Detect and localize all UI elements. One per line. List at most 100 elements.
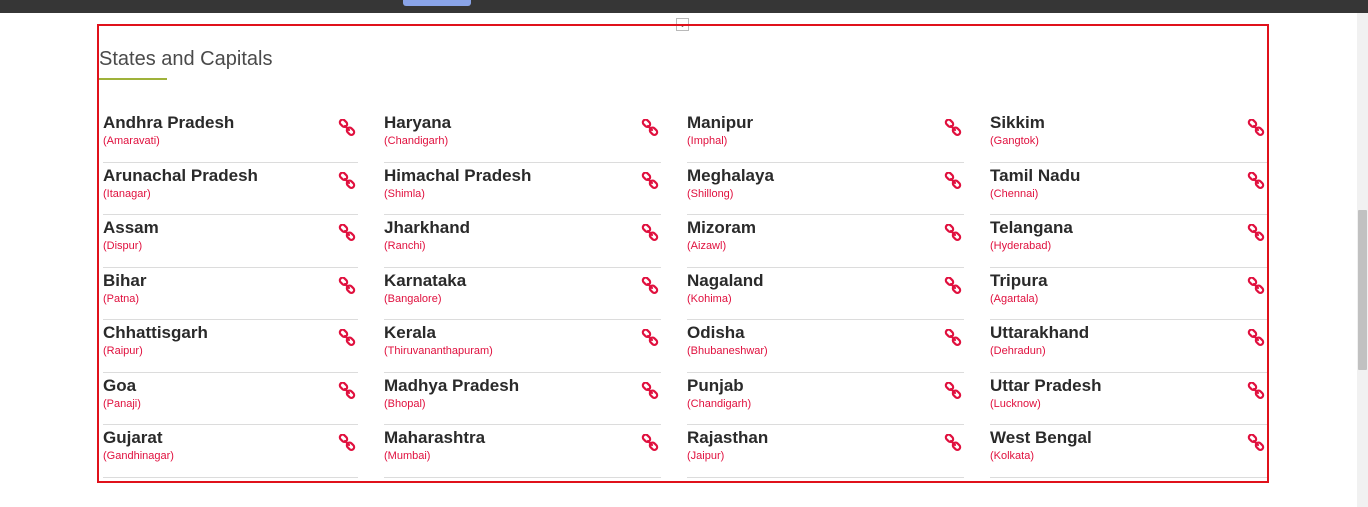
link-icon[interactable]	[338, 433, 356, 452]
link-icon[interactable]	[641, 223, 659, 242]
state-name: Andhra Pradesh	[103, 113, 235, 132]
link-icon[interactable]	[1247, 381, 1265, 400]
list-item: Nagaland (Kohima)	[687, 268, 964, 320]
state-name: Himachal Pradesh	[384, 165, 532, 185]
list-item: Maharashtra (Mumbai)	[384, 425, 661, 478]
states-column: Haryana (Chandigarh) Himachal Pradesh (Shim…	[384, 110, 661, 478]
state-name: Jharkhand	[384, 218, 470, 237]
states-column: Sikkim (Gangtok) Tamil Nadu (Chennai) Telang…	[990, 110, 1267, 478]
list-item: Jharkhand (Ranchi)	[384, 215, 661, 268]
state-name: Gujarat	[103, 428, 163, 447]
state-name: Kerala	[384, 323, 436, 342]
link-icon[interactable]	[338, 223, 356, 242]
link-icon[interactable]	[1247, 223, 1265, 242]
link-icon[interactable]	[338, 276, 356, 295]
state-name: Nagaland	[687, 270, 764, 290]
link-icon[interactable]	[641, 276, 659, 295]
list-item: Punjab (Chandigarh)	[687, 373, 964, 425]
link-icon[interactable]	[641, 381, 659, 400]
states-column: Andhra Pradesh (Amaravati) Arunachal Prade…	[103, 110, 358, 478]
list-item: Uttar Pradesh (Lucknow)	[990, 373, 1267, 425]
list-item: Madhya Pradesh (Bhopal)	[384, 373, 661, 425]
capital-name: (Imphal)	[687, 135, 728, 147]
link-icon[interactable]	[944, 433, 962, 452]
capital-name: (Gangtok)	[990, 135, 1039, 147]
link-icon[interactable]	[1247, 328, 1265, 347]
capital-name: (Lucknow)	[990, 397, 1041, 410]
capital-name: (Raipur)	[103, 345, 143, 357]
list-item: Uttarakhand (Dehradun)	[990, 320, 1267, 373]
state-name: Madhya Pradesh	[384, 375, 520, 395]
state-name: Goa	[103, 375, 137, 395]
list-item: Andhra Pradesh (Amaravati)	[103, 110, 358, 163]
link-icon[interactable]	[944, 381, 962, 400]
capital-name: (Dispur)	[103, 240, 143, 252]
link-icon[interactable]	[641, 118, 659, 137]
link-icon[interactable]	[944, 171, 962, 190]
states-column: Manipur (Imphal) Meghalaya (Shillong) Mizora…	[687, 110, 964, 478]
list-item: Mizoram (Aizawl)	[687, 215, 964, 268]
link-icon[interactable]	[944, 118, 962, 137]
list-item: Gujarat (Gandhinagar)	[103, 425, 358, 478]
state-name: Odisha	[687, 323, 745, 342]
scrollbar-thumb[interactable]	[1358, 210, 1367, 370]
capital-name: (Hyderabad)	[990, 240, 1052, 252]
list-item: Bihar (Patna)	[103, 268, 358, 320]
state-name: West Bengal	[990, 428, 1092, 447]
link-icon[interactable]	[1247, 171, 1265, 190]
top-bar-active-tab[interactable]	[403, 0, 471, 6]
state-name: Manipur	[687, 113, 754, 132]
list-item: Odisha (Bhubaneshwar)	[687, 320, 964, 373]
link-icon[interactable]	[338, 118, 356, 137]
list-item: Goa (Panaji)	[103, 373, 358, 425]
list-item: West Bengal (Kolkata)	[990, 425, 1267, 478]
state-name: Haryana	[384, 113, 452, 132]
link-icon[interactable]	[641, 171, 659, 190]
link-icon[interactable]	[1247, 433, 1265, 452]
capital-name: (Dehradun)	[990, 345, 1046, 357]
capital-name: (Chennai)	[990, 187, 1039, 200]
list-item: Arunachal Pradesh (Itanagar)	[103, 163, 358, 215]
state-name: Bihar	[103, 270, 147, 290]
capital-name: (Bangalore)	[384, 292, 442, 305]
capital-name: (Shimla)	[384, 187, 425, 200]
section-title: States and Capitals	[99, 48, 273, 70]
capital-name: (Kolkata)	[990, 450, 1035, 462]
capital-name: (Shillong)	[687, 187, 734, 200]
state-name: Maharashtra	[384, 428, 486, 447]
title-underline	[99, 78, 167, 80]
capital-name: (Amaravati)	[103, 135, 160, 147]
list-item: Chhattisgarh (Raipur)	[103, 320, 358, 373]
capital-name: (Ranchi)	[384, 240, 426, 252]
link-icon[interactable]	[641, 328, 659, 347]
state-name: Telangana	[990, 218, 1073, 237]
capital-name: (Agartala)	[990, 292, 1039, 305]
link-icon[interactable]	[338, 328, 356, 347]
capital-name: (Patna)	[103, 292, 140, 305]
list-item: Kerala (Thiruvananthapuram)	[384, 320, 661, 373]
browser-top-bar	[0, 0, 1368, 13]
capital-name: (Gandhinagar)	[103, 450, 174, 462]
state-name: Mizoram	[687, 218, 756, 237]
link-icon[interactable]	[338, 381, 356, 400]
link-icon[interactable]	[338, 171, 356, 190]
vertical-scrollbar[interactable]	[1357, 13, 1368, 507]
capital-name: (Mumbai)	[384, 450, 431, 462]
state-name: Uttar Pradesh	[990, 375, 1102, 395]
state-name: Arunachal Pradesh	[103, 165, 258, 185]
capital-name: (Itanagar)	[103, 187, 151, 200]
link-icon[interactable]	[944, 276, 962, 295]
list-item: Assam (Dispur)	[103, 215, 358, 268]
state-name: Rajasthan	[687, 428, 769, 447]
capital-name: (Kohima)	[687, 292, 732, 305]
link-icon[interactable]	[641, 433, 659, 452]
link-icon[interactable]	[944, 328, 962, 347]
link-icon[interactable]	[1247, 118, 1265, 137]
capital-name: (Panaji)	[103, 397, 141, 410]
capital-name: (Chandigarh)	[687, 397, 752, 410]
state-name: Chhattisgarh	[103, 323, 208, 342]
link-icon[interactable]	[1247, 276, 1265, 295]
link-icon[interactable]	[944, 223, 962, 242]
capital-name: (Chandigarh)	[384, 135, 449, 147]
state-name: Sikkim	[990, 113, 1045, 132]
